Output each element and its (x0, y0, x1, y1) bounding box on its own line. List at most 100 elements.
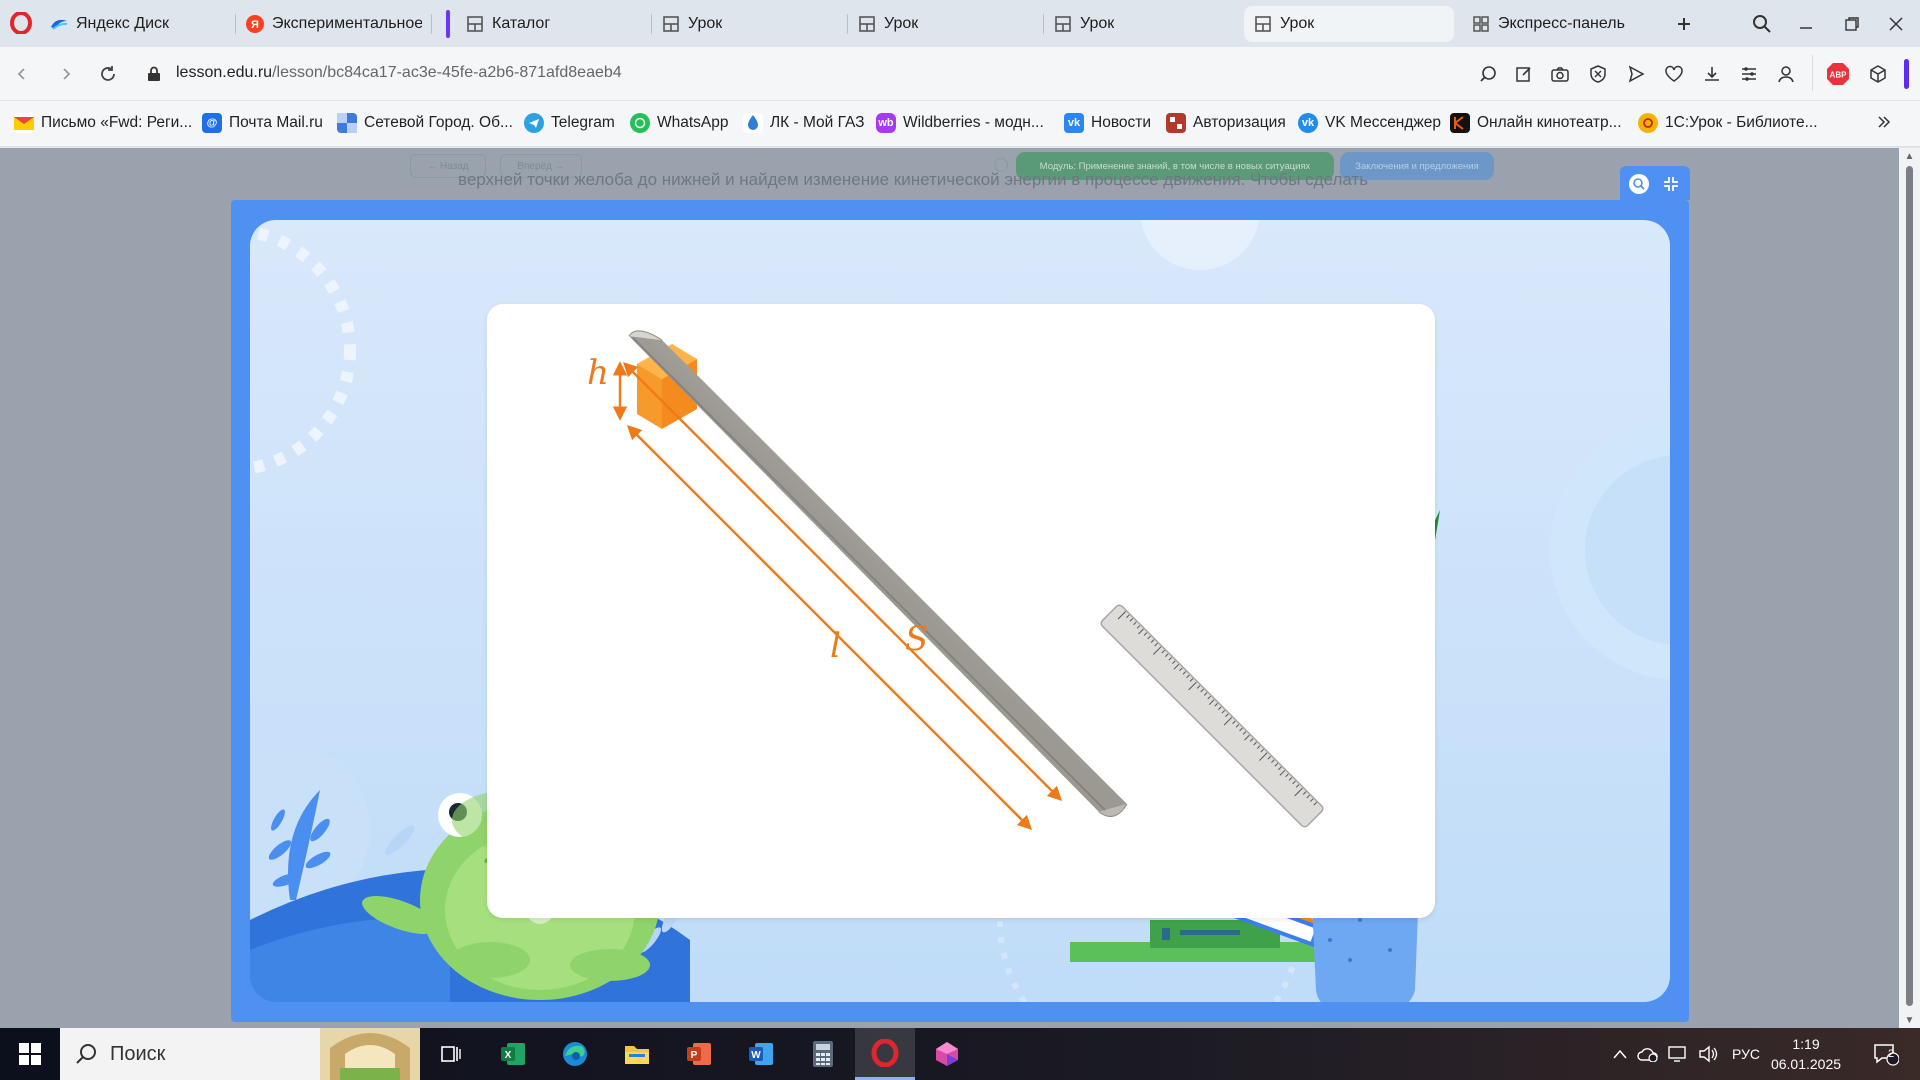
tab-label: Урок (884, 15, 919, 32)
clock-time: 1:19 (1792, 1036, 1820, 1052)
tab-speed-dial[interactable]: Экспресс-панель (1462, 6, 1662, 42)
back-icon[interactable] (8, 60, 36, 88)
bookmark-label: Сетевой Город. Об... (364, 114, 513, 131)
page-icon (1054, 15, 1072, 33)
close-window-icon[interactable] (1882, 10, 1910, 38)
minimize-icon[interactable] (1792, 10, 1820, 38)
new-tab-button[interactable] (1670, 10, 1698, 38)
extensions-icon[interactable] (1864, 60, 1892, 88)
taskbar-search[interactable]: Поиск (60, 1028, 420, 1080)
bookmark-item[interactable]: vk VK Мессенджер (1298, 113, 1441, 133)
task-view-icon[interactable] (420, 1028, 480, 1080)
bookmark-label: 1С:Урок - Библиоте... (1665, 114, 1818, 131)
bookmarks-bar: Письмо «Fwd: Реги... @ Почта Mail.ru Сет… (0, 101, 1920, 147)
url-field[interactable]: lesson.edu.ru/lesson/bc84ca17-ac3e-45fe-… (176, 64, 622, 82)
collapse-icon[interactable] (1658, 171, 1684, 197)
opera-taskbar-icon[interactable] (855, 1028, 915, 1080)
bookmark-label: WhatsApp (657, 114, 729, 131)
tab-label: Урок (1280, 15, 1315, 32)
tab-yandex-disk[interactable]: Яндекс Диск (40, 6, 236, 42)
scroll-up-icon[interactable]: ▲ (1903, 150, 1916, 162)
download-icon[interactable] (1698, 60, 1726, 88)
yandex-icon: Я (246, 15, 264, 33)
search-highlight-art (320, 1028, 420, 1080)
gem-app-icon[interactable] (917, 1028, 977, 1080)
search-page-icon[interactable] (1474, 60, 1502, 88)
sidebar-toggle[interactable] (1904, 59, 1909, 89)
tab-lesson-3[interactable]: Урок (1044, 6, 1240, 42)
bookmarks-overflow-icon[interactable] (1876, 114, 1892, 130)
address-bar: lesson.edu.ru/lesson/bc84ca17-ac3e-45fe-… (0, 47, 1920, 101)
bookmark-item[interactable]: wb Wildberries - модн... (876, 113, 1044, 133)
network-icon[interactable] (1664, 1028, 1692, 1080)
profile-icon[interactable] (1772, 60, 1800, 88)
windows-icon (19, 1043, 41, 1065)
s-label: S (905, 619, 928, 659)
onedrive-icon[interactable] (1634, 1028, 1662, 1080)
shield-icon[interactable] (1584, 60, 1612, 88)
wildberries-icon: wb (876, 113, 896, 133)
page-icon (466, 15, 484, 33)
scroll-down-icon[interactable]: ▼ (1903, 1014, 1916, 1026)
notifications-count: 2 (1888, 1048, 1895, 1060)
bookmark-item[interactable]: WhatsApp (630, 113, 729, 133)
calculator-icon[interactable] (793, 1028, 853, 1080)
lock-icon[interactable] (140, 60, 168, 88)
bookmark-item[interactable]: Онлайн кинотеатр... (1450, 113, 1622, 133)
excel-icon[interactable]: X (483, 1028, 543, 1080)
tab-lesson-1[interactable]: Урок (652, 6, 848, 42)
send-icon[interactable] (1622, 60, 1650, 88)
forward-icon[interactable] (52, 60, 80, 88)
mail-icon (14, 113, 34, 133)
notifications-icon[interactable]: 2 (1864, 1028, 1908, 1080)
opera-menu-icon[interactable] (8, 10, 34, 36)
word-icon[interactable]: W (731, 1028, 791, 1080)
scrollbar-thumb[interactable] (1906, 166, 1913, 1006)
bookmark-item[interactable]: @ Почта Mail.ru (202, 113, 323, 133)
page-icon (662, 15, 680, 33)
edit-icon[interactable] (1510, 60, 1538, 88)
clock-date: 06.01.2025 (1770, 1056, 1842, 1072)
l-label: l (830, 626, 841, 666)
bookmark-item[interactable]: 1С:Урок - Библиоте... (1638, 113, 1818, 133)
bookmark-item[interactable]: ЛК - Мой ГАЗ (743, 113, 865, 133)
zoom-search-icon[interactable] (1626, 171, 1652, 197)
bookmark-item[interactable]: Сетевой Город. Об... (337, 113, 513, 133)
tab-label: Урок (1080, 15, 1115, 32)
bookmark-item[interactable]: Авторизация (1166, 113, 1286, 133)
easy-setup-icon[interactable] (1735, 60, 1763, 88)
restore-icon[interactable] (1838, 10, 1866, 38)
powerpoint-icon[interactable]: P (669, 1028, 729, 1080)
clock[interactable]: 1:19 06.01.2025 (1766, 1034, 1846, 1074)
file-explorer-icon[interactable] (607, 1028, 667, 1080)
volume-icon[interactable] (1694, 1028, 1722, 1080)
tray-overflow-icon[interactable] (1606, 1028, 1634, 1080)
vertical-scrollbar[interactable]: ▲ ▼ (1899, 148, 1920, 1028)
tab-experimental[interactable]: Я Экспериментальное оп (236, 6, 432, 42)
tab-catalog[interactable]: Каталог (444, 6, 652, 42)
bookmark-item[interactable]: Telegram (524, 113, 615, 133)
bookmark-label: Онлайн кинотеатр... (1477, 114, 1622, 131)
tab-label: Экспериментальное оп (272, 15, 422, 32)
search-tabs-icon[interactable] (1748, 10, 1776, 38)
bookmark-item[interactable]: Письмо «Fwd: Реги... (14, 113, 192, 133)
1c-urok-icon (1638, 113, 1658, 133)
bookmark-item[interactable]: vk Новости (1064, 113, 1151, 133)
ruler-shape (1100, 604, 1324, 828)
tab-lesson-2[interactable]: Урок (848, 6, 1044, 42)
edge-icon[interactable] (545, 1028, 605, 1080)
lesson-page: ← Назад Вперёд → Модуль: Применение знан… (0, 148, 1920, 1028)
adblock-icon[interactable]: ABP (1824, 60, 1852, 88)
kinopoisk-icon (1450, 113, 1470, 133)
reload-icon[interactable] (94, 60, 122, 88)
lesson-header: ← Назад Вперёд → Модуль: Применение знан… (400, 148, 1520, 200)
heart-icon[interactable] (1660, 60, 1688, 88)
illustration-scene: h l S (250, 220, 1670, 1002)
bookmark-label: Новости (1091, 114, 1152, 131)
camera-icon[interactable] (1546, 60, 1574, 88)
language-indicator[interactable]: РУС (1726, 1028, 1766, 1080)
start-button[interactable] (0, 1028, 60, 1080)
bookmark-label: Почта Mail.ru (229, 114, 323, 131)
bookmark-label: Wildberries - модн... (903, 114, 1044, 131)
tab-lesson-active[interactable]: Урок (1244, 6, 1454, 42)
